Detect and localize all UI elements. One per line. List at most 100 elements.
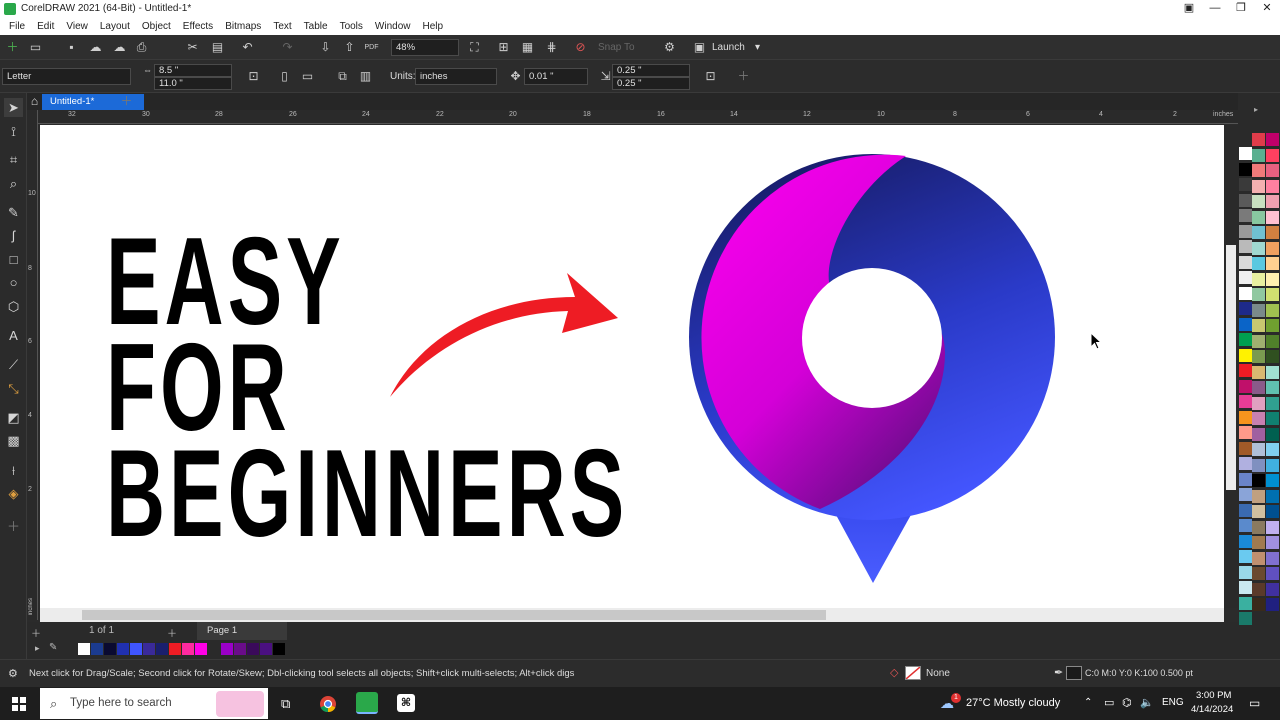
import-icon[interactable]: ⇩ bbox=[318, 40, 333, 55]
palette-swatch[interactable] bbox=[1252, 474, 1265, 487]
palette-swatch[interactable] bbox=[1266, 133, 1279, 146]
paste-icon[interactable]: ▤ bbox=[210, 40, 225, 55]
palette-swatch[interactable] bbox=[1239, 441, 1252, 455]
menu-tools[interactable]: Tools bbox=[334, 21, 369, 32]
snap-to-dropdown[interactable]: Snap To bbox=[598, 42, 635, 53]
palette-swatch[interactable] bbox=[1239, 240, 1252, 253]
save-icon[interactable]: ▪ bbox=[64, 40, 79, 55]
palette-swatch[interactable] bbox=[1239, 410, 1252, 424]
shape-tool-icon[interactable]: ⟟ bbox=[4, 122, 23, 141]
palette-swatch[interactable] bbox=[1239, 162, 1252, 176]
menu-file[interactable]: File bbox=[0, 21, 31, 32]
ellipse-tool-icon[interactable]: ○ bbox=[4, 273, 23, 292]
palette-swatch[interactable] bbox=[1266, 443, 1279, 456]
launch-icon[interactable]: ▣ bbox=[692, 40, 707, 55]
upload-cloud-icon[interactable]: ☁ bbox=[88, 40, 103, 55]
palette-swatch[interactable] bbox=[1239, 178, 1252, 191]
fill-none-swatch[interactable] bbox=[905, 666, 921, 680]
palette-swatch[interactable] bbox=[1252, 396, 1265, 410]
color-swatch[interactable] bbox=[117, 643, 129, 655]
capcut-icon[interactable]: ⌘ bbox=[397, 694, 415, 712]
palette-swatch[interactable] bbox=[1266, 303, 1279, 317]
palette-swatch[interactable] bbox=[1252, 582, 1265, 596]
network-icon[interactable]: ⌬ bbox=[1122, 696, 1132, 709]
no-color-swatch[interactable] bbox=[78, 643, 90, 655]
volume-icon[interactable]: 🔈 bbox=[1140, 696, 1154, 709]
palette-swatch[interactable] bbox=[1239, 550, 1252, 563]
palette-swatch[interactable] bbox=[1239, 348, 1252, 362]
color-swatch[interactable] bbox=[169, 643, 181, 655]
palette-swatch[interactable] bbox=[1266, 272, 1279, 286]
palette-swatch[interactable] bbox=[1239, 612, 1252, 625]
palette-swatch[interactable] bbox=[1266, 412, 1279, 425]
red-arrow[interactable] bbox=[390, 273, 618, 397]
horizontal-scrollbar[interactable] bbox=[40, 608, 1224, 622]
palette-swatch[interactable] bbox=[1239, 193, 1252, 207]
color-swatch[interactable] bbox=[130, 643, 142, 655]
options-gear-icon[interactable]: ⚙ bbox=[662, 40, 677, 55]
parallel-dimension-tool-icon[interactable]: ⟋ bbox=[4, 355, 23, 374]
palette-swatch[interactable] bbox=[1266, 396, 1279, 410]
page-tab[interactable]: Page 1 bbox=[197, 622, 287, 640]
palette-swatch[interactable] bbox=[1239, 286, 1252, 300]
grid-icon[interactable]: ▦ bbox=[520, 40, 535, 55]
snap-off-icon[interactable]: ⊘ bbox=[573, 40, 588, 55]
duplicate-x-field[interactable]: 0.25 " bbox=[612, 64, 690, 77]
crop-tool-icon[interactable]: ⌗ bbox=[4, 150, 23, 169]
palette-swatch[interactable] bbox=[1252, 241, 1265, 255]
open-icon[interactable]: ▭ bbox=[28, 40, 43, 55]
palette-swatch[interactable] bbox=[1252, 210, 1265, 224]
color-swatch[interactable] bbox=[195, 643, 207, 655]
palette-swatch[interactable] bbox=[1252, 303, 1265, 317]
taskbar-search-box[interactable]: ⌕ Type here to search bbox=[40, 688, 268, 719]
palette-options-icon[interactable]: ▸ bbox=[1254, 105, 1258, 114]
cut-icon[interactable]: ✂ bbox=[185, 40, 200, 55]
palette-swatch[interactable] bbox=[1252, 195, 1265, 208]
palette-swatch[interactable] bbox=[1252, 288, 1265, 301]
palette-swatch[interactable] bbox=[1239, 317, 1252, 331]
palette-swatch[interactable] bbox=[1239, 519, 1252, 532]
artistic-media-tool-icon[interactable]: ʃ bbox=[4, 226, 23, 245]
show-hidden-icons-chevron-icon[interactable]: ⌃ bbox=[1084, 697, 1092, 708]
palette-swatch[interactable] bbox=[1252, 164, 1265, 177]
color-swatch[interactable] bbox=[260, 643, 272, 655]
palette-swatch[interactable] bbox=[1266, 427, 1279, 441]
menu-text[interactable]: Text bbox=[267, 21, 297, 32]
page-size-select[interactable]: Letter bbox=[2, 68, 131, 85]
eyedropper-tool-icon[interactable]: ⟊ bbox=[4, 461, 23, 480]
guidelines-icon[interactable]: ⋕ bbox=[544, 40, 559, 55]
palette-swatch[interactable] bbox=[1252, 272, 1265, 286]
drawing-canvas[interactable]: EASY FOR BEGINNERS bbox=[40, 125, 1224, 608]
palette-swatch[interactable] bbox=[1239, 565, 1252, 579]
current-page-icon[interactable]: ▥ bbox=[358, 69, 373, 84]
palette-swatch[interactable] bbox=[1252, 536, 1265, 549]
palette-swatch[interactable] bbox=[1266, 598, 1279, 611]
palette-swatch[interactable] bbox=[1239, 379, 1252, 393]
clock-date[interactable]: 4/14/2024 bbox=[1191, 704, 1233, 715]
portrait-icon[interactable]: ▯ bbox=[277, 69, 292, 84]
horizontal-scroll-thumb[interactable] bbox=[82, 610, 826, 620]
nudge-distance-field[interactable]: 0.01 " bbox=[524, 68, 588, 85]
palette-swatch[interactable] bbox=[1252, 598, 1265, 611]
vertical-scrollbar[interactable] bbox=[1224, 125, 1238, 608]
cloud-icon[interactable]: ☁ bbox=[112, 40, 127, 55]
palette-swatch[interactable] bbox=[1266, 241, 1279, 255]
rectangle-tool-icon[interactable]: □ bbox=[4, 250, 23, 269]
palette-swatch[interactable] bbox=[1239, 333, 1252, 346]
launch-dropdown[interactable]: Launch bbox=[712, 42, 745, 53]
palette-swatch[interactable] bbox=[1252, 148, 1265, 162]
palette-swatch[interactable] bbox=[1252, 412, 1265, 425]
task-view-icon[interactable]: ⧉ bbox=[281, 696, 290, 712]
palette-swatch[interactable] bbox=[1239, 534, 1252, 548]
print-icon[interactable]: ⎙ bbox=[134, 40, 149, 55]
notifications-icon[interactable]: ▭ bbox=[1249, 696, 1260, 710]
palette-swatch[interactable] bbox=[1266, 148, 1279, 162]
color-swatch[interactable] bbox=[221, 643, 233, 655]
palette-swatch[interactable] bbox=[1252, 489, 1265, 503]
palette-swatch[interactable] bbox=[1266, 257, 1279, 270]
freehand-tool-icon[interactable]: ✎ bbox=[4, 203, 23, 222]
color-swatch[interactable] bbox=[91, 643, 103, 655]
palette-swatch[interactable] bbox=[1266, 474, 1279, 487]
language-indicator[interactable]: ENG bbox=[1162, 697, 1184, 708]
vertical-scroll-thumb[interactable] bbox=[1226, 245, 1236, 490]
